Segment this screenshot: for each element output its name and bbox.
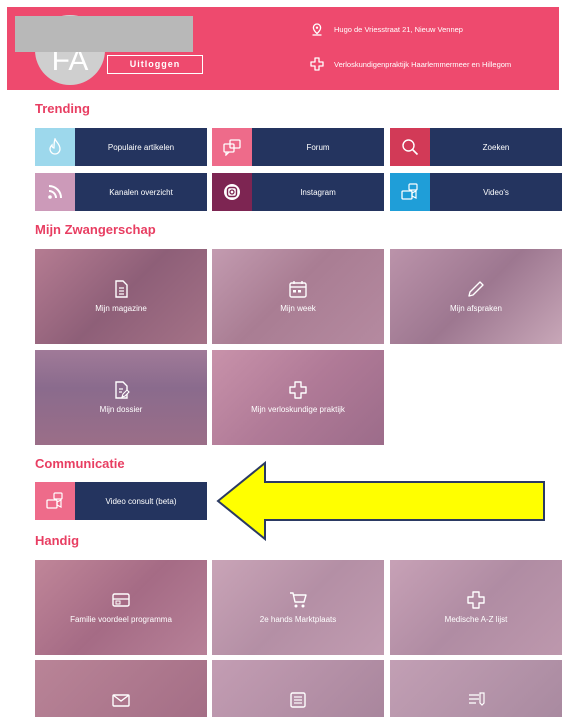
trending-item-channels[interactable]: Kanalen overzicht xyxy=(35,173,207,211)
tile-label: Mijn dossier xyxy=(99,405,143,414)
instagram-icon xyxy=(212,173,252,211)
flame-icon xyxy=(35,128,75,166)
trending-item-forum[interactable]: Forum xyxy=(212,128,384,166)
document-icon xyxy=(115,280,128,298)
tile-handy-4[interactable] xyxy=(35,660,207,717)
tile-handy-5[interactable] xyxy=(212,660,384,717)
location-pin-icon xyxy=(310,22,324,36)
video-chat-icon xyxy=(35,482,75,520)
rss-icon xyxy=(35,173,75,211)
address-text: Hugo de Vriesstraat 21, Nieuw Vennep xyxy=(334,24,463,34)
chat-bubbles-icon xyxy=(212,128,252,166)
communication-item-label: Video consult (beta) xyxy=(75,482,207,520)
header-banner: FA Uitloggen Hugo de Vriesstraat 21, Nie… xyxy=(7,7,559,90)
tile-handy-6[interactable] xyxy=(390,660,562,717)
search-icon xyxy=(390,128,430,166)
trending-item-label: Forum xyxy=(252,128,384,166)
medical-cross-icon xyxy=(467,591,485,609)
trending-item-label: Populaire artikelen xyxy=(75,128,207,166)
trending-item-popular-articles[interactable]: Populaire artikelen xyxy=(35,128,207,166)
pencil-icon xyxy=(468,281,484,297)
list-icon xyxy=(290,692,306,708)
practice-text: Verloskundigenpraktijk Haarlemmermeer en… xyxy=(334,59,512,69)
communication-item-video-consult[interactable]: Video consult (beta) xyxy=(35,482,207,520)
checklist-icon xyxy=(469,692,485,706)
section-title-communication: Communicatie xyxy=(35,456,125,471)
trending-item-label: Video's xyxy=(430,173,562,211)
tile-family-benefit-program[interactable]: Familie voordeel programma xyxy=(35,560,207,655)
address-info: Hugo de Vriesstraat 21, Nieuw Vennep xyxy=(310,21,463,37)
envelope-icon xyxy=(112,694,130,707)
tile-label: Mijn verloskundige praktijk xyxy=(251,405,345,414)
tile-label: Mijn week xyxy=(280,304,316,313)
practice-info: Verloskundigenpraktijk Haarlemmermeer en… xyxy=(310,56,511,72)
tile-label: Mijn magazine xyxy=(95,304,147,313)
tile-my-file[interactable]: Mijn dossier xyxy=(35,350,207,445)
medical-cross-icon xyxy=(289,381,307,399)
trending-item-instagram[interactable]: Instagram xyxy=(212,173,384,211)
gift-card-icon xyxy=(112,593,130,607)
section-title-handy: Handig xyxy=(35,533,80,548)
tile-label: Familie voordeel programma xyxy=(70,615,172,624)
tile-medical-a-z-list[interactable]: Medische A-Z lijst xyxy=(390,560,562,655)
highlight-arrow xyxy=(216,460,545,542)
tile-label: Mijn afspraken xyxy=(449,304,503,313)
medical-cross-icon xyxy=(310,57,324,71)
trending-item-label: Instagram xyxy=(252,173,384,211)
tile-second-hand-marketplace[interactable]: 2e hands Marktplaats xyxy=(212,560,384,655)
trending-item-label: Zoeken xyxy=(430,128,562,166)
cart-icon xyxy=(290,592,307,608)
logout-button[interactable]: Uitloggen xyxy=(107,55,203,74)
trending-item-videos[interactable]: Video's xyxy=(390,173,562,211)
tile-my-magazine[interactable]: Mijn magazine xyxy=(35,249,207,344)
tile-my-appointments[interactable]: Mijn afspraken xyxy=(390,249,562,344)
edit-document-icon xyxy=(115,381,130,399)
trending-item-search[interactable]: Zoeken xyxy=(390,128,562,166)
video-chat-icon xyxy=(390,173,430,211)
tile-my-midwife-practice[interactable]: Mijn verloskundige praktijk xyxy=(212,350,384,445)
section-title-pregnancy: Mijn Zwangerschap xyxy=(35,222,156,237)
redacted-user-name xyxy=(15,16,193,52)
tile-label: Medische A-Z lijst xyxy=(444,615,508,624)
section-title-trending: Trending xyxy=(35,101,90,116)
tile-label: 2e hands Marktplaats xyxy=(259,615,337,624)
trending-item-label: Kanalen overzicht xyxy=(75,173,207,211)
calendar-icon xyxy=(289,281,307,298)
tile-my-week[interactable]: Mijn week xyxy=(212,249,384,344)
